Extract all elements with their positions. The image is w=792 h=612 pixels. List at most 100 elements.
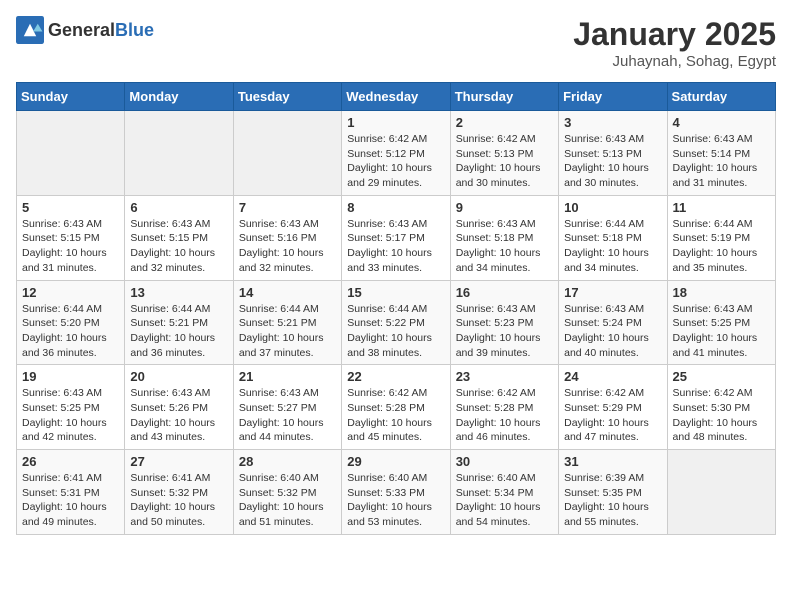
day-info: Sunrise: 6:42 AM Sunset: 5:13 PM Dayligh…: [456, 132, 553, 191]
day-number: 19: [22, 369, 119, 384]
calendar-cell: 21 Sunrise: 6:43 AM Sunset: 5:27 PM Dayli…: [233, 365, 341, 450]
calendar-cell: 18 Sunrise: 6:43 AM Sunset: 5:25 PM Dayli…: [667, 280, 775, 365]
week-row-2: 5 Sunrise: 6:43 AM Sunset: 5:15 PM Daylig…: [17, 195, 776, 280]
day-info: Sunrise: 6:44 AM Sunset: 5:22 PM Dayligh…: [347, 302, 444, 361]
day-info: Sunrise: 6:43 AM Sunset: 5:25 PM Dayligh…: [673, 302, 770, 361]
day-number: 14: [239, 285, 336, 300]
calendar-cell: 24 Sunrise: 6:42 AM Sunset: 5:29 PM Dayli…: [559, 365, 667, 450]
day-info: Sunrise: 6:43 AM Sunset: 5:26 PM Dayligh…: [130, 386, 227, 445]
calendar-cell: 8 Sunrise: 6:43 AM Sunset: 5:17 PM Daylig…: [342, 195, 450, 280]
calendar-cell: 7 Sunrise: 6:43 AM Sunset: 5:16 PM Daylig…: [233, 195, 341, 280]
weekday-header-thursday: Thursday: [450, 83, 558, 111]
calendar-cell: 2 Sunrise: 6:42 AM Sunset: 5:13 PM Daylig…: [450, 111, 558, 196]
calendar-cell: 22Sunrise: 6:42 AM Sunset: 5:28 PM Dayli…: [342, 365, 450, 450]
day-number: 28: [239, 454, 336, 469]
calendar-cell: 12 Sunrise: 6:44 AM Sunset: 5:20 PM Dayli…: [17, 280, 125, 365]
day-number: 17: [564, 285, 661, 300]
calendar-cell: 5Sunrise: 6:43 AM Sunset: 5:15 PM Daylig…: [17, 195, 125, 280]
calendar-cell: 16Sunrise: 6:43 AM Sunset: 5:23 PM Dayli…: [450, 280, 558, 365]
day-number: 7: [239, 200, 336, 215]
day-number: 4: [673, 115, 770, 130]
calendar-cell: 29 Sunrise: 6:40 AM Sunset: 5:33 PM Dayli…: [342, 450, 450, 535]
calendar-cell: 13 Sunrise: 6:44 AM Sunset: 5:21 PM Dayli…: [125, 280, 233, 365]
calendar-cell: 27 Sunrise: 6:41 AM Sunset: 5:32 PM Dayli…: [125, 450, 233, 535]
week-row-5: 26Sunrise: 6:41 AM Sunset: 5:31 PM Dayli…: [17, 450, 776, 535]
day-info: Sunrise: 6:42 AM Sunset: 5:28 PM Dayligh…: [456, 386, 553, 445]
day-info: Sunrise: 6:41 AM Sunset: 5:31 PM Dayligh…: [22, 471, 119, 530]
weekday-header-sunday: Sunday: [17, 83, 125, 111]
day-info: Sunrise: 6:43 AM Sunset: 5:16 PM Dayligh…: [239, 217, 336, 276]
day-info: Sunrise: 6:44 AM Sunset: 5:21 PM Dayligh…: [239, 302, 336, 361]
weekday-header-saturday: Saturday: [667, 83, 775, 111]
day-number: 10: [564, 200, 661, 215]
calendar-cell: 4Sunrise: 6:43 AM Sunset: 5:14 PM Daylig…: [667, 111, 775, 196]
day-info: Sunrise: 6:43 AM Sunset: 5:17 PM Dayligh…: [347, 217, 444, 276]
day-info: Sunrise: 6:43 AM Sunset: 5:15 PM Dayligh…: [130, 217, 227, 276]
calendar-cell: [233, 111, 341, 196]
day-number: 22: [347, 369, 444, 384]
day-number: 31: [564, 454, 661, 469]
day-number: 27: [130, 454, 227, 469]
title-block: January 2025 Juhaynah, Sohag, Egypt: [573, 16, 776, 70]
day-number: 18: [673, 285, 770, 300]
day-info: Sunrise: 6:44 AM Sunset: 5:20 PM Dayligh…: [22, 302, 119, 361]
calendar-cell: 30Sunrise: 6:40 AM Sunset: 5:34 PM Dayli…: [450, 450, 558, 535]
calendar-cell: 25 Sunrise: 6:42 AM Sunset: 5:30 PM Dayli…: [667, 365, 775, 450]
day-number: 25: [673, 369, 770, 384]
day-number: 20: [130, 369, 227, 384]
calendar-cell: 17 Sunrise: 6:43 AM Sunset: 5:24 PM Dayli…: [559, 280, 667, 365]
day-info: Sunrise: 6:42 AM Sunset: 5:30 PM Dayligh…: [673, 386, 770, 445]
weekday-header-row: SundayMondayTuesdayWednesdayThursdayFrid…: [17, 83, 776, 111]
day-number: 6: [130, 200, 227, 215]
calendar-cell: 23 Sunrise: 6:42 AM Sunset: 5:28 PM Dayli…: [450, 365, 558, 450]
day-number: 21: [239, 369, 336, 384]
calendar-cell: 26Sunrise: 6:41 AM Sunset: 5:31 PM Dayli…: [17, 450, 125, 535]
day-number: 9: [456, 200, 553, 215]
day-info: Sunrise: 6:44 AM Sunset: 5:18 PM Dayligh…: [564, 217, 661, 276]
calendar-cell: 15 Sunrise: 6:44 AM Sunset: 5:22 PM Dayli…: [342, 280, 450, 365]
day-number: 3: [564, 115, 661, 130]
day-info: Sunrise: 6:43 AM Sunset: 5:18 PM Dayligh…: [456, 217, 553, 276]
day-number: 8: [347, 200, 444, 215]
calendar-cell: 31 Sunrise: 6:39 AM Sunset: 5:35 PM Dayli…: [559, 450, 667, 535]
day-number: 5: [22, 200, 119, 215]
weekday-header-friday: Friday: [559, 83, 667, 111]
day-number: 23: [456, 369, 553, 384]
day-info: Sunrise: 6:39 AM Sunset: 5:35 PM Dayligh…: [564, 471, 661, 530]
calendar-cell: 1Sunrise: 6:42 AM Sunset: 5:12 PM Daylig…: [342, 111, 450, 196]
day-number: 2: [456, 115, 553, 130]
day-number: 1: [347, 115, 444, 130]
week-row-4: 19 Sunrise: 6:43 AM Sunset: 5:25 PM Dayli…: [17, 365, 776, 450]
logo-icon: [16, 16, 44, 44]
month-title: January 2025: [573, 16, 776, 53]
day-info: Sunrise: 6:43 AM Sunset: 5:23 PM Dayligh…: [456, 302, 553, 361]
day-info: Sunrise: 6:43 AM Sunset: 5:27 PM Dayligh…: [239, 386, 336, 445]
calendar-cell: 10 Sunrise: 6:44 AM Sunset: 5:18 PM Dayli…: [559, 195, 667, 280]
calendar-cell: 9 Sunrise: 6:43 AM Sunset: 5:18 PM Daylig…: [450, 195, 558, 280]
calendar-cell: 20 Sunrise: 6:43 AM Sunset: 5:26 PM Dayli…: [125, 365, 233, 450]
calendar-table: SundayMondayTuesdayWednesdayThursdayFrid…: [16, 82, 776, 535]
logo-general: General: [48, 20, 115, 40]
calendar-cell: 19 Sunrise: 6:43 AM Sunset: 5:25 PM Dayli…: [17, 365, 125, 450]
day-info: Sunrise: 6:44 AM Sunset: 5:19 PM Dayligh…: [673, 217, 770, 276]
day-number: 15: [347, 285, 444, 300]
day-number: 24: [564, 369, 661, 384]
day-info: Sunrise: 6:43 AM Sunset: 5:24 PM Dayligh…: [564, 302, 661, 361]
day-number: 13: [130, 285, 227, 300]
calendar-cell: 28Sunrise: 6:40 AM Sunset: 5:32 PM Dayli…: [233, 450, 341, 535]
day-info: Sunrise: 6:40 AM Sunset: 5:33 PM Dayligh…: [347, 471, 444, 530]
calendar-cell: [125, 111, 233, 196]
calendar-cell: [667, 450, 775, 535]
day-number: 12: [22, 285, 119, 300]
logo: GeneralBlue: [16, 16, 154, 44]
calendar-cell: [17, 111, 125, 196]
calendar-cell: 14 Sunrise: 6:44 AM Sunset: 5:21 PM Dayli…: [233, 280, 341, 365]
day-info: Sunrise: 6:43 AM Sunset: 5:25 PM Dayligh…: [22, 386, 119, 445]
page-header: GeneralBlue January 2025 Juhaynah, Sohag…: [16, 16, 776, 70]
day-number: 29: [347, 454, 444, 469]
day-info: Sunrise: 6:44 AM Sunset: 5:21 PM Dayligh…: [130, 302, 227, 361]
day-info: Sunrise: 6:42 AM Sunset: 5:29 PM Dayligh…: [564, 386, 661, 445]
day-info: Sunrise: 6:41 AM Sunset: 5:32 PM Dayligh…: [130, 471, 227, 530]
weekday-header-tuesday: Tuesday: [233, 83, 341, 111]
day-number: 11: [673, 200, 770, 215]
